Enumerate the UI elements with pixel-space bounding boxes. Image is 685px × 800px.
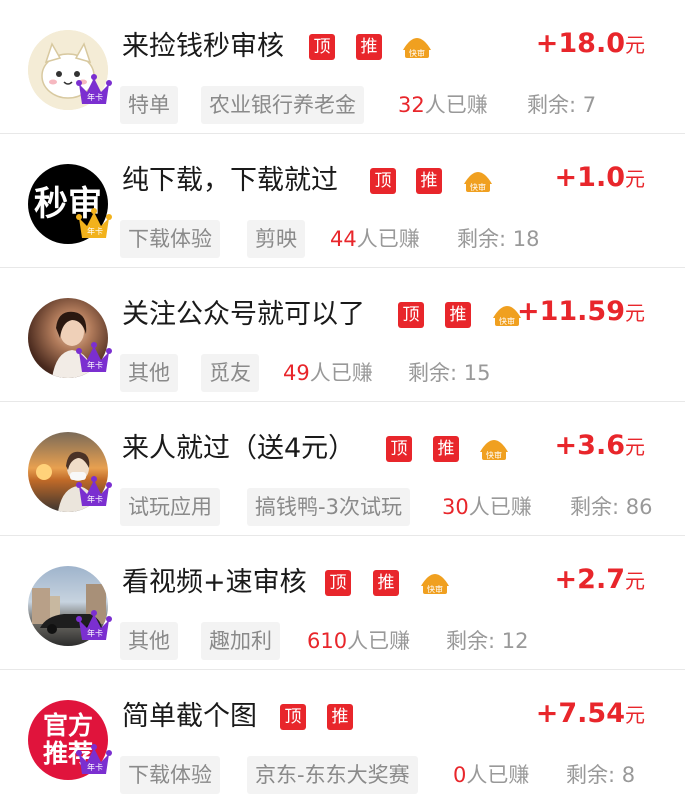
earned-count: 610人已赚 [307,629,411,653]
annual-card-label: 年卡 [87,495,103,504]
app-tag: 剪映 [247,220,305,258]
reward-amount: +2.7元 [554,564,645,595]
annual-card-label: 年卡 [87,763,103,772]
annual-card-label: 年卡 [87,93,103,102]
earned-count: 49人已赚 [283,361,373,385]
reward-amount: +18.0元 [535,28,645,59]
task-item[interactable]: 年卡 关注公众号就可以了 顶 推 快审 +11.59元 其他 觅友 49人已赚 … [0,268,685,402]
reward-amount: +3.6元 [554,430,645,461]
task-title: 纯下载，下载就过 [122,165,338,196]
app-tag: 趣加利 [201,622,280,660]
category-tag: 其他 [120,622,178,660]
recommend-badge: 推 [327,704,353,730]
fast-review-icon: 快审 [421,574,449,594]
task-item[interactable]: 年卡 来捡钱秒审核 顶 推 快审 +18.0元 特单 农业银行养老金 32人已赚… [0,0,685,134]
top-badge: 顶 [370,168,396,194]
remaining-count: 剩余: 86 [570,495,653,519]
category-tag: 其他 [120,354,178,392]
category-tag: 试玩应用 [120,488,220,526]
remaining-count: 剩余: 12 [446,629,529,653]
remaining-count: 剩余: 15 [408,361,491,385]
earned-count: 0人已赚 [453,763,530,787]
app-tag: 搞钱鸭-3次试玩 [247,488,410,526]
top-badge: 顶 [325,570,351,596]
reward-amount: +11.59元 [516,296,645,327]
task-item[interactable]: 官方推荐 年卡 简单截个图 顶 推 +7.54元 下载体验 京东-东东大奖赛 0… [0,670,685,800]
task-title: 看视频+速审核 [122,567,307,598]
task-item[interactable]: 年卡 看视频+速审核 顶 推 快审 +2.7元 其他 趣加利 610人已赚 剩余… [0,536,685,670]
svg-text:快审: 快审 [427,584,443,594]
avatar: 官方推荐 年卡 [28,700,112,780]
svg-text:快审: 快审 [499,316,515,326]
earned-count: 32人已赚 [398,93,488,117]
annual-card-label: 年卡 [87,227,103,236]
avatar: 秒审 年卡 [28,164,112,244]
category-tag: 特单 [120,86,178,124]
recommend-badge: 推 [373,570,399,596]
task-title: 简单截个图 [122,701,257,732]
app-tag: 觅友 [201,354,259,392]
category-tag: 下载体验 [120,220,220,258]
svg-text:快审: 快审 [470,182,486,192]
avatar: 年卡 [28,566,112,646]
task-title: 来人就过（送4元） [122,433,356,464]
category-tag: 下载体验 [120,756,220,794]
task-title: 来捡钱秒审核 [122,31,284,62]
fast-review-icon: 快审 [464,172,492,192]
task-title: 关注公众号就可以了 [122,299,365,330]
earned-count: 44人已赚 [330,227,420,251]
svg-text:快审: 快审 [409,48,425,58]
remaining-count: 剩余: 8 [566,763,636,787]
avatar: 年卡 [28,432,112,512]
task-list: 年卡 来捡钱秒审核 顶 推 快审 +18.0元 特单 农业银行养老金 32人已赚… [0,0,685,800]
top-badge: 顶 [386,436,412,462]
annual-card-label: 年卡 [87,361,103,370]
recommend-badge: 推 [356,34,382,60]
reward-amount: +7.54元 [535,698,645,729]
task-item[interactable]: 年卡 来人就过（送4元） 顶 推 快审 +3.6元 试玩应用 搞钱鸭-3次试玩 … [0,402,685,536]
avatar: 年卡 [28,298,112,378]
task-item[interactable]: 秒审 年卡 纯下载，下载就过 顶 推 快审 +1.0元 下载体验 剪映 44人已… [0,134,685,268]
app-tag: 农业银行养老金 [201,86,364,124]
remaining-count: 剩余: 7 [527,93,597,117]
fast-review-icon: 快审 [403,38,431,58]
earned-count: 30人已赚 [442,495,532,519]
top-badge: 顶 [398,302,424,328]
remaining-count: 剩余: 18 [457,227,540,251]
top-badge: 顶 [280,704,306,730]
reward-amount: +1.0元 [554,162,645,193]
avatar: 年卡 [28,30,112,110]
annual-card-label: 年卡 [87,629,103,638]
fast-review-icon: 快审 [480,440,508,460]
recommend-badge: 推 [433,436,459,462]
recommend-badge: 推 [416,168,442,194]
app-tag: 京东-东东大奖赛 [247,756,418,794]
svg-text:快审: 快审 [486,450,502,460]
top-badge: 顶 [309,34,335,60]
recommend-badge: 推 [445,302,471,328]
